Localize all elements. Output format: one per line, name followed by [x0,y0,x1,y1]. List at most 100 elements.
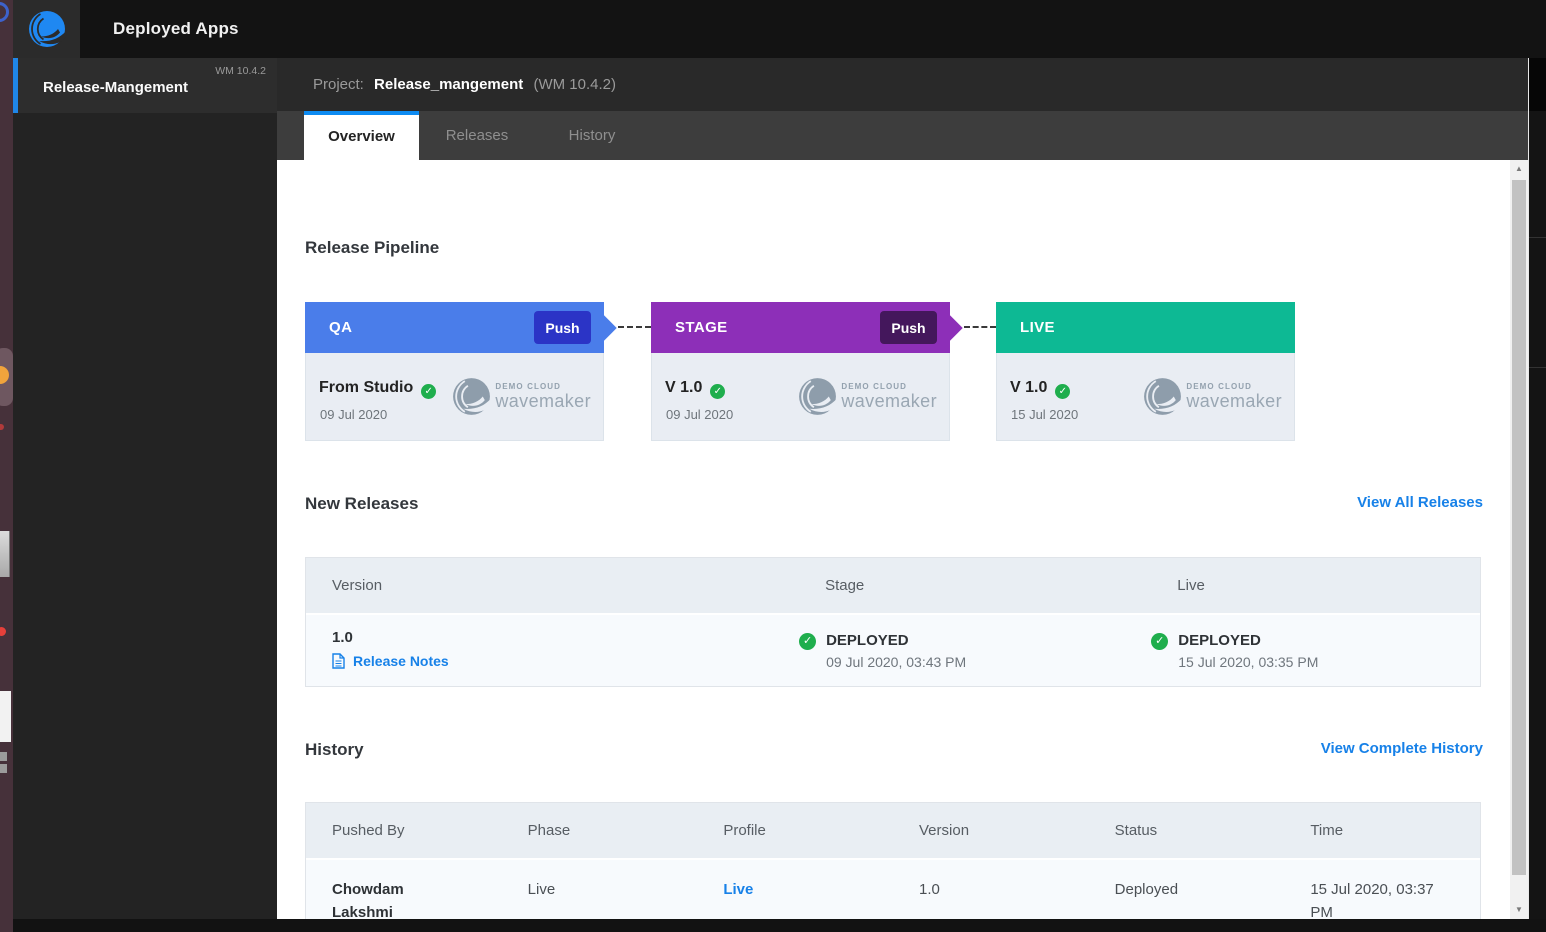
column-version: Version [893,822,1089,839]
check-icon: ✓ [1055,384,1070,399]
dock-fragment-icon [0,531,10,577]
dock-fragment-icon [0,752,7,761]
live-status: DEPLOYED [1178,632,1318,649]
new-releases-table: Version Stage Live 1.0 Release Notes [305,557,1481,687]
view-all-releases-link[interactable]: View All Releases [1357,494,1483,511]
dock-fragment-icon [0,627,6,636]
stage-time: 09 Jul 2020, 03:43 PM [826,654,966,670]
release-notes-label: Release Notes [353,653,449,669]
profile-live-link[interactable]: Live [723,881,753,898]
provider-line2: wavemaker [495,391,591,412]
dock-fragment-icon [0,764,7,773]
stage-card-stage: STAGE Push V 1.0✓ 09 Jul 2020 DEMO CLOUD… [651,302,950,441]
provider-logo: DEMO CLOUD wavemaker [450,375,591,418]
desktop-edge-strip [0,0,13,932]
project-label: Project: [313,76,364,93]
project-name: Release_mangement [374,76,523,93]
sidebar-item-label: Release-Mangement [43,78,188,95]
column-time: Time [1284,822,1480,839]
stage-header-qa: QA Push [305,302,604,353]
release-notes-link[interactable]: Release Notes [332,653,789,669]
stage-card-qa: QA Push From Studio✓ 09 Jul 2020 DEMO CL… [305,302,604,441]
project-version: (WM 10.4.2) [533,76,616,93]
scroll-down-icon[interactable]: ▼ [1510,901,1528,919]
new-releases-table-header: Version Stage Live [306,558,1480,613]
wavemaker-logo-icon [450,375,493,418]
tab-overview[interactable]: Overview [304,111,419,160]
column-live: Live [1151,577,1480,594]
provider-line2: wavemaker [841,391,937,412]
check-icon: ✓ [710,384,725,399]
stage-version: From Studio✓ [319,379,436,399]
wavemaker-logo-icon [796,375,839,418]
view-complete-history-link[interactable]: View Complete History [1321,740,1483,757]
sidebar: Release-Mangement WM 10.4.2 [13,58,277,919]
stage-date: 09 Jul 2020 [666,407,733,422]
status-cell: Deployed [1089,860,1285,919]
top-bar: Deployed Apps [13,0,1546,58]
release-pipeline-heading: Release Pipeline [305,238,439,258]
sidebar-item-version-badge: WM 10.4.2 [215,65,266,77]
check-icon: ✓ [421,384,436,399]
time-cell: 15 Jul 2020, 03:37 PM [1284,860,1480,919]
stage-date: 09 Jul 2020 [320,407,387,422]
version-cell: 1.0 Release Notes [306,615,799,686]
column-phase: Phase [502,822,698,839]
stage-body: V 1.0✓ 15 Jul 2020 DEMO CLOUD wavemaker [996,353,1295,441]
document-icon [332,653,345,669]
check-icon: ✓ [1151,633,1168,650]
history-table: Pushed By Phase Profile Version Status T… [305,802,1481,919]
live-time: 15 Jul 2020, 03:35 PM [1178,654,1318,670]
dock-fragment-icon [0,424,4,430]
stage-card-live: LIVE V 1.0✓ 15 Jul 2020 DEMO CLOUD wavem… [996,302,1295,441]
wavemaker-logo-icon [26,8,68,50]
vertical-scrollbar[interactable]: ▲ ▼ [1510,160,1528,919]
table-row: Chowdam Lakshmi Ramana Live Live 1.0 Dep… [306,858,1480,919]
pipeline-connector [618,326,651,328]
page-title: Deployed Apps [113,0,239,58]
stage-arrow-shape [937,315,962,340]
stage-name: LIVE [1020,302,1055,353]
release-pipeline: QA Push From Studio✓ 09 Jul 2020 DEMO CL… [305,302,1325,441]
pipeline-connector [964,326,996,328]
provider-line1: DEMO CLOUD [495,382,591,391]
tab-releases[interactable]: Releases [417,111,537,160]
provider-logo: DEMO CLOUD wavemaker [796,375,937,418]
push-button-qa[interactable]: Push [534,311,591,344]
history-heading: History [305,740,364,760]
column-stage: Stage [799,577,1151,594]
column-profile: Profile [697,822,893,839]
scrollbar-thumb[interactable] [1512,180,1526,875]
stage-version: V 1.0✓ [665,379,725,399]
tab-history[interactable]: History [537,111,647,160]
window-edge-strip [1528,58,1546,932]
window-bottom-strip [13,919,1546,932]
stage-arrow-shape [591,315,616,340]
overview-panel: Release Pipeline QA Push From Studio✓ 09… [277,160,1510,919]
push-button-stage[interactable]: Push [880,311,937,344]
stage-name: STAGE [675,302,728,353]
tab-bar: Overview Releases History [277,111,1528,160]
stage-status-cell: ✓ DEPLOYED 09 Jul 2020, 03:43 PM [799,615,1151,686]
history-table-header: Pushed By Phase Profile Version Status T… [306,803,1480,858]
stage-body: From Studio✓ 09 Jul 2020 DEMO CLOUD wave… [305,353,604,441]
new-releases-heading: New Releases [305,494,418,514]
deployed-apps-window: Deployed Apps Release-Mangement WM 10.4.… [0,0,1546,932]
scroll-up-icon[interactable]: ▲ [1510,160,1528,178]
stage-header-live: LIVE [996,302,1295,353]
provider-line1: DEMO CLOUD [1186,382,1282,391]
column-version: Version [306,577,799,594]
wavemaker-logo-button[interactable] [13,0,80,58]
stage-date: 15 Jul 2020 [1011,407,1078,422]
provider-logo: DEMO CLOUD wavemaker [1141,375,1282,418]
stage-header-stage: STAGE Push [651,302,950,353]
stage-body: V 1.0✓ 09 Jul 2020 DEMO CLOUD wavemaker [651,353,950,441]
column-pushed-by: Pushed By [306,822,502,839]
version-cell: 1.0 [893,860,1089,919]
pushed-by-cell: Chowdam Lakshmi Ramana [306,860,476,919]
provider-line2: wavemaker [1186,391,1282,412]
dock-fragment-icon [0,2,9,22]
column-status: Status [1089,822,1285,839]
sidebar-item-release-mangement[interactable]: Release-Mangement WM 10.4.2 [13,58,277,113]
live-status-cell: ✓ DEPLOYED 15 Jul 2020, 03:35 PM [1151,615,1480,686]
